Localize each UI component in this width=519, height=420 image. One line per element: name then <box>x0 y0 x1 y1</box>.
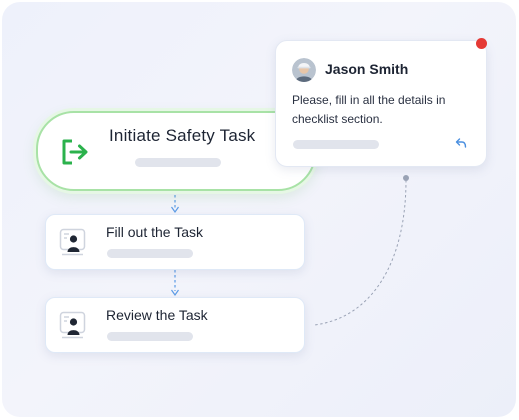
step-node-title: Fill out the Task <box>106 224 204 240</box>
comment-card[interactable]: Jason Smith Please, fill in all the deta… <box>275 40 487 167</box>
comment-author-name: Jason Smith <box>325 61 409 77</box>
step-node-placeholder-bar <box>107 332 193 341</box>
step-node-placeholder-bar <box>107 249 193 258</box>
step-node-review-task[interactable]: Review the Task <box>45 297 305 353</box>
start-node-initiate-task[interactable]: Initiate Safety Task <box>36 111 316 191</box>
flow-arrowhead-step1 <box>171 206 179 214</box>
start-node-title: Initiate Safety Task <box>109 126 256 145</box>
comment-message: Please, fill in all the details in check… <box>292 93 446 126</box>
comment-placeholder-bar <box>293 140 379 149</box>
step-node-title: Review the Task <box>106 307 208 323</box>
start-node-placeholder-bar <box>135 158 221 167</box>
comment-connector <box>313 179 407 326</box>
comment-connector-dot <box>403 175 409 181</box>
reply-icon[interactable] <box>455 137 467 149</box>
avatar <box>292 58 316 82</box>
notification-dot <box>476 38 487 49</box>
user-badge-icon <box>59 311 86 339</box>
step-node-fill-out-task[interactable]: Fill out the Task <box>45 214 305 270</box>
exit-arrow-icon <box>62 139 88 165</box>
user-badge-icon <box>59 228 86 256</box>
